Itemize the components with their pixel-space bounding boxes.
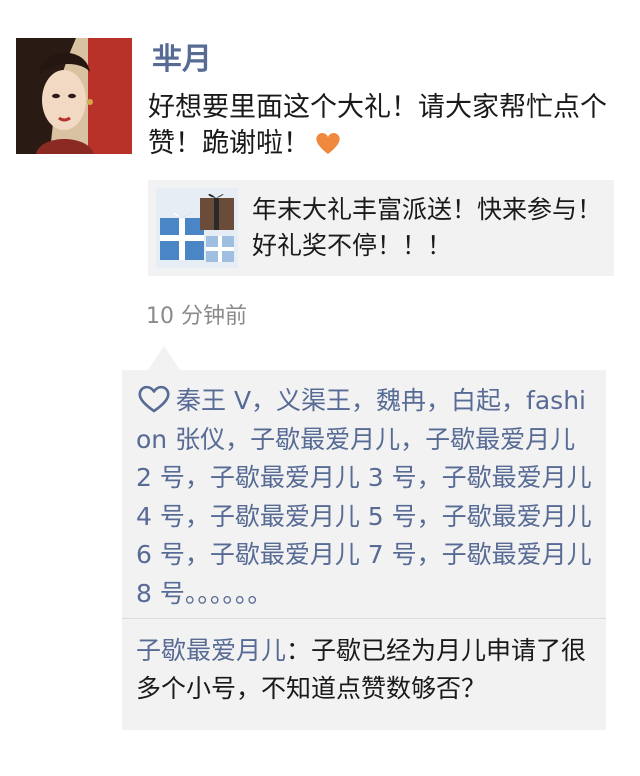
comment-separator: ： — [286, 636, 312, 665]
comment-item[interactable]: 子歇最爱月儿：子歇已经为月儿申请了很多个小号，不知道点赞数够否？ — [136, 632, 598, 708]
likes-list: 秦王 V，义渠王，魏冉，白起，fashion 张仪，子歇最爱月儿，子歇最爱月儿 … — [136, 382, 598, 613]
post-text: 好想要里面这个大礼！请大家帮忙点个赞！跪谢啦！ — [148, 90, 618, 166]
heart-outline-icon — [136, 384, 176, 414]
comment-author[interactable]: 子歇最爱月儿 — [136, 636, 286, 665]
gift-boxes-image — [156, 188, 238, 268]
heart-emoji-icon — [314, 130, 342, 166]
shared-link-card[interactable]: 年末大礼丰富派送！快来参与！好礼奖不停！！！ — [148, 180, 614, 276]
post-text-content: 好想要里面这个大礼！请大家帮忙点个赞！跪谢啦！ — [148, 92, 607, 159]
post-author-name[interactable]: 芈月 — [152, 40, 212, 80]
likes-names[interactable]: 秦王 V，义渠王，魏冉，白起，fashion 张仪，子歇最爱月儿，子歇最爱月儿 … — [136, 386, 592, 608]
avatar-portrait-image — [16, 38, 132, 154]
interaction-panel-arrow — [148, 346, 180, 370]
link-card-title: 年末大礼丰富派送！快来参与！好礼奖不停！！！ — [252, 195, 603, 260]
likes-comments-divider — [122, 618, 606, 619]
avatar[interactable] — [16, 38, 132, 154]
post-timestamp: 10 分钟前 — [146, 304, 247, 329]
likes-comments-panel: 秦王 V，义渠王，魏冉，白起，fashion 张仪，子歇最爱月儿，子歇最爱月儿 … — [122, 370, 606, 730]
